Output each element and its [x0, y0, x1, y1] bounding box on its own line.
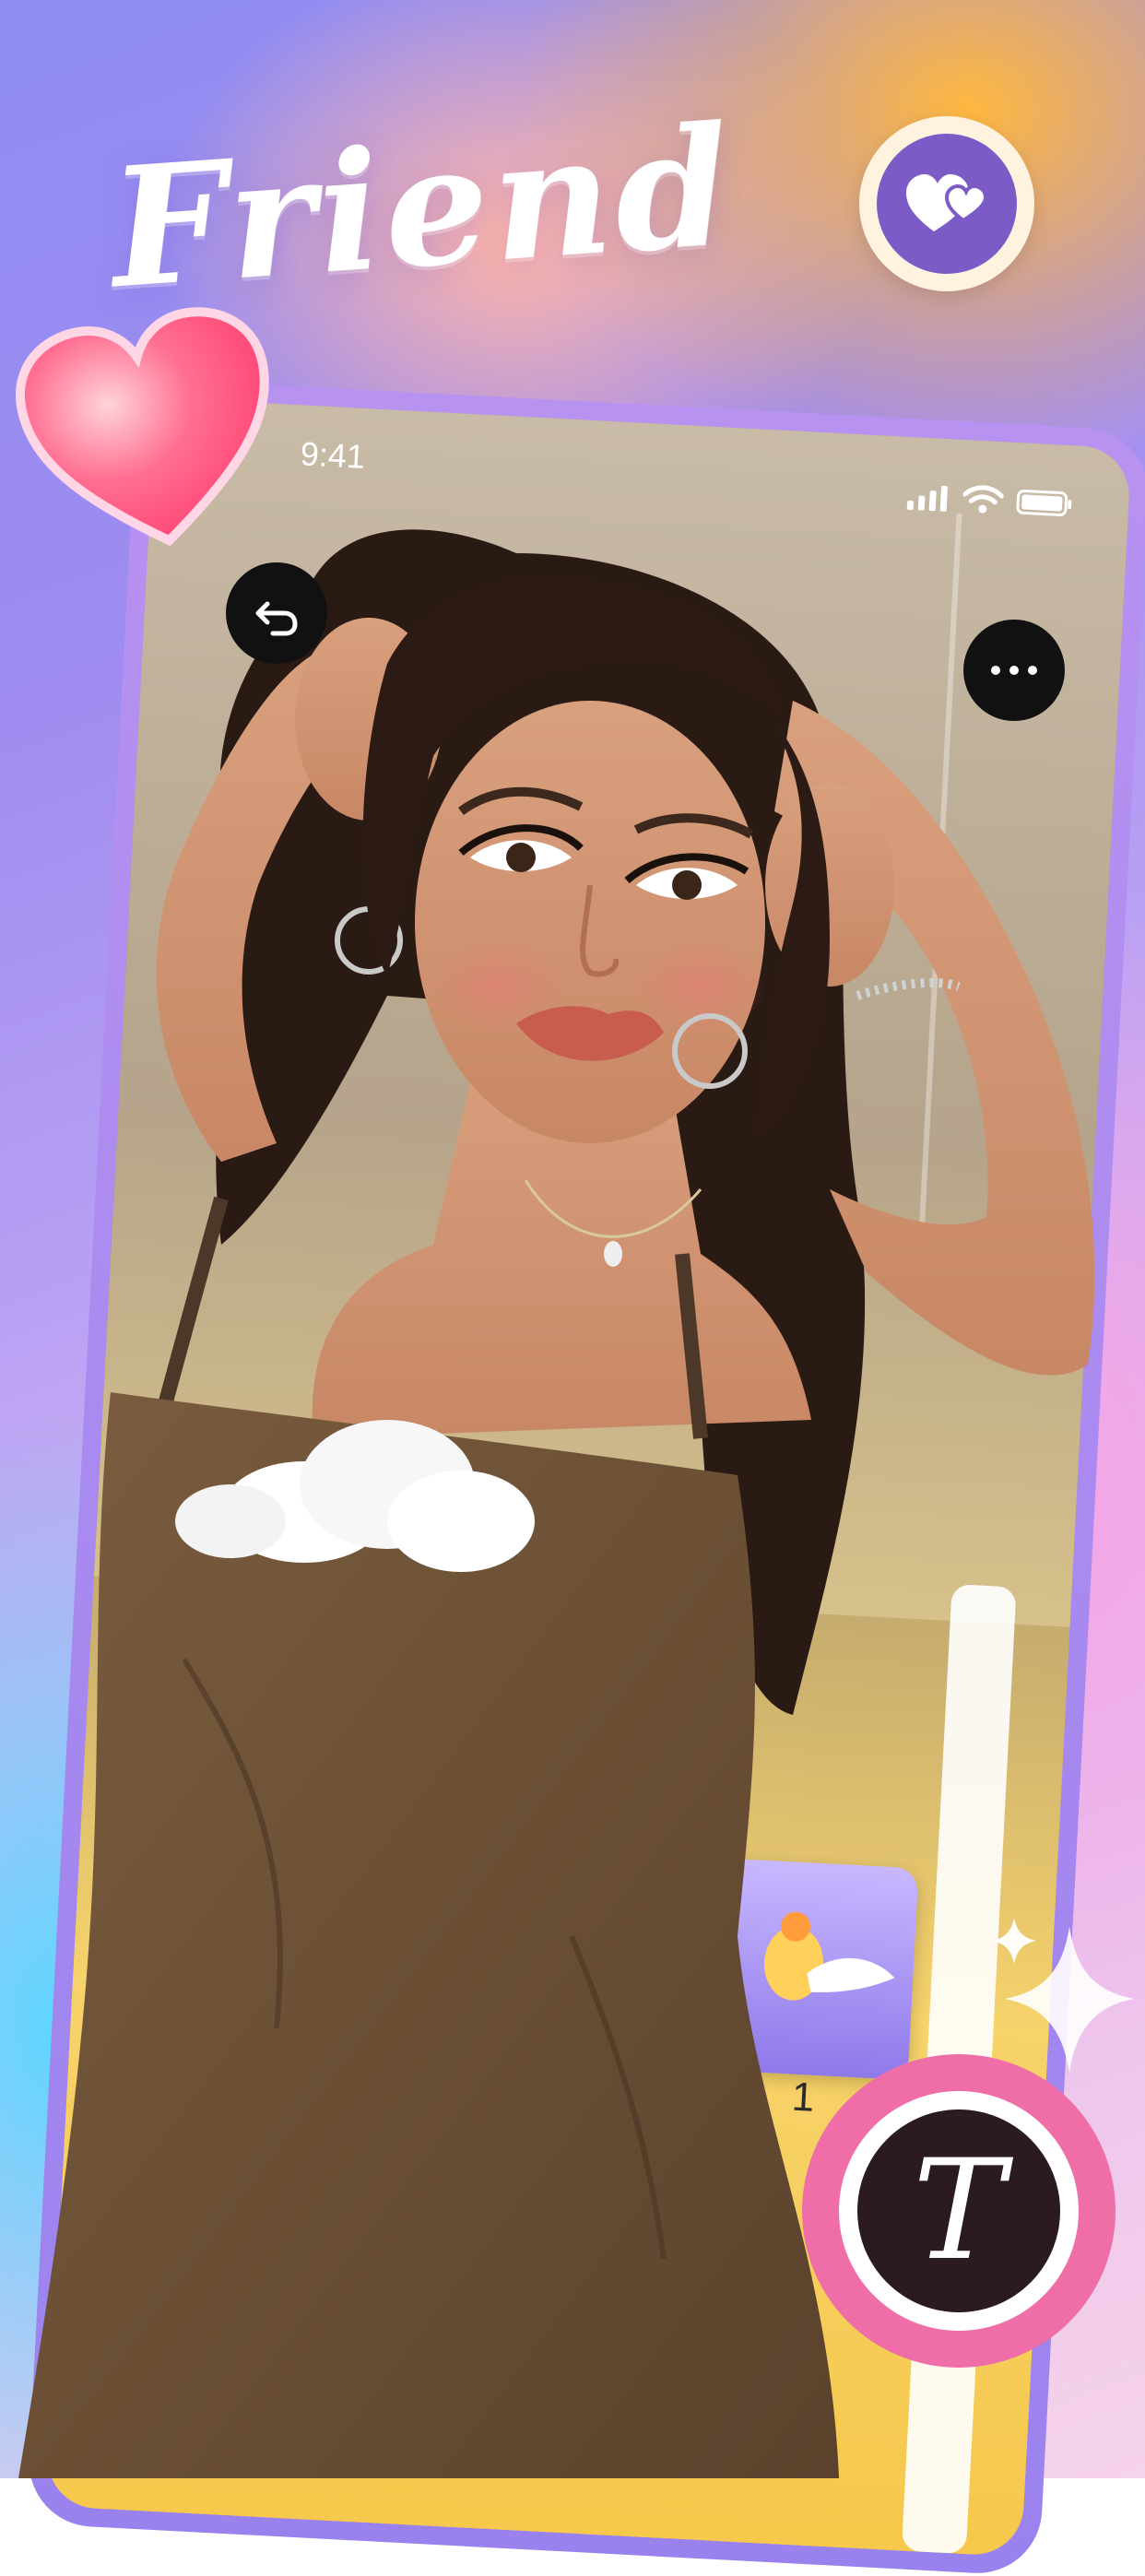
favorites-badge-inner — [877, 134, 1017, 274]
gift-card[interactable] — [714, 1858, 919, 2081]
signal-icon — [906, 485, 948, 512]
winged-gift-icon — [763, 1911, 895, 2001]
heart-icon — [16, 307, 269, 547]
battery-icon — [1016, 489, 1072, 517]
profile-badge-letter: T — [857, 2109, 1060, 2312]
more-icon — [991, 666, 1037, 675]
favorites-button[interactable] — [859, 116, 1034, 291]
wifi-icon — [962, 485, 1005, 514]
status-time: 9:41 — [299, 434, 367, 476]
more-button[interactable] — [963, 620, 1065, 721]
profile-badge-ring: T — [839, 2091, 1079, 2331]
undo-icon — [255, 601, 298, 636]
gift-count: 1 — [790, 2074, 816, 2121]
sparkle-icon — [992, 1918, 1134, 2073]
undo-button[interactable] — [226, 562, 327, 664]
double-heart-icon — [906, 174, 988, 231]
